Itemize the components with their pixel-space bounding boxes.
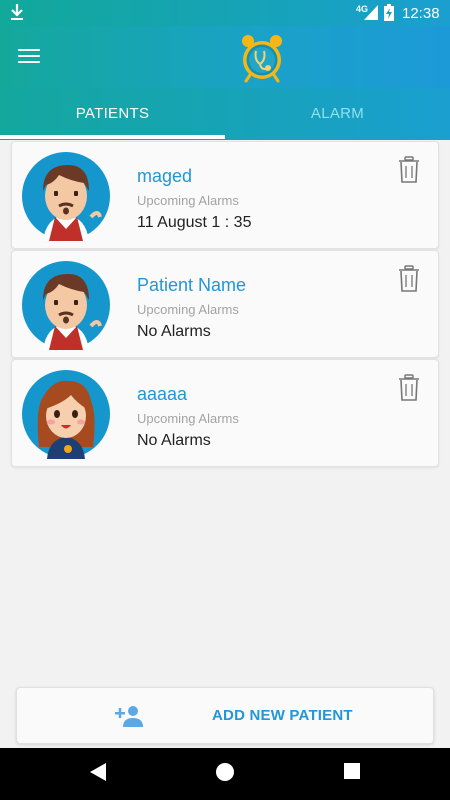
download-icon [11,4,23,20]
patient-card[interactable]: aaaaa Upcoming Alarms No Alarms [11,359,439,467]
female-avatar [22,370,110,459]
add-new-patient-label: ADD NEW PATIENT [212,707,353,724]
add-new-patient-button[interactable]: ADD NEW PATIENT [16,687,434,744]
delete-icon[interactable] [398,265,420,293]
male-avatar [22,261,110,350]
recents-icon[interactable] [343,762,361,780]
signal-icon [364,5,378,20]
patient-name: maged [137,166,193,186]
system-nav-bar [0,748,450,800]
delete-icon[interactable] [398,374,420,402]
back-icon[interactable] [89,762,107,782]
app-bar [0,26,450,88]
delete-icon[interactable] [398,156,420,184]
tab-indicator [0,135,225,139]
upcoming-alarms-label: Upcoming Alarms [137,302,239,317]
upcoming-alarms-label: Upcoming Alarms [137,193,239,208]
upcoming-alarms-label: Upcoming Alarms [137,411,239,426]
patient-name: aaaaa [137,384,188,404]
patient-card[interactable]: maged Upcoming Alarms 11 August 1 : 35 [11,141,439,249]
patient-name: Patient Name [137,275,247,295]
patient-card[interactable]: Patient Name Upcoming Alarms No Alarms [11,250,439,358]
tab-bar: PATIENTS ALARM [0,88,450,140]
alarm-value: No Alarms [137,432,211,449]
status-bar: 4G 12:38 [0,0,450,26]
add-person-icon [115,706,143,727]
status-time: 12:38 [402,5,440,22]
battery-charging-icon [384,4,394,21]
alarm-value: 11 August 1 : 35 [137,214,252,231]
tab-patients[interactable]: PATIENTS [0,88,225,140]
male-avatar [22,152,110,241]
alarm-value: No Alarms [137,323,211,340]
alarm-clock-stethoscope-logo [242,35,282,83]
tab-alarm[interactable]: ALARM [225,88,450,140]
home-icon[interactable] [215,762,235,782]
hamburger-icon[interactable] [18,45,42,69]
